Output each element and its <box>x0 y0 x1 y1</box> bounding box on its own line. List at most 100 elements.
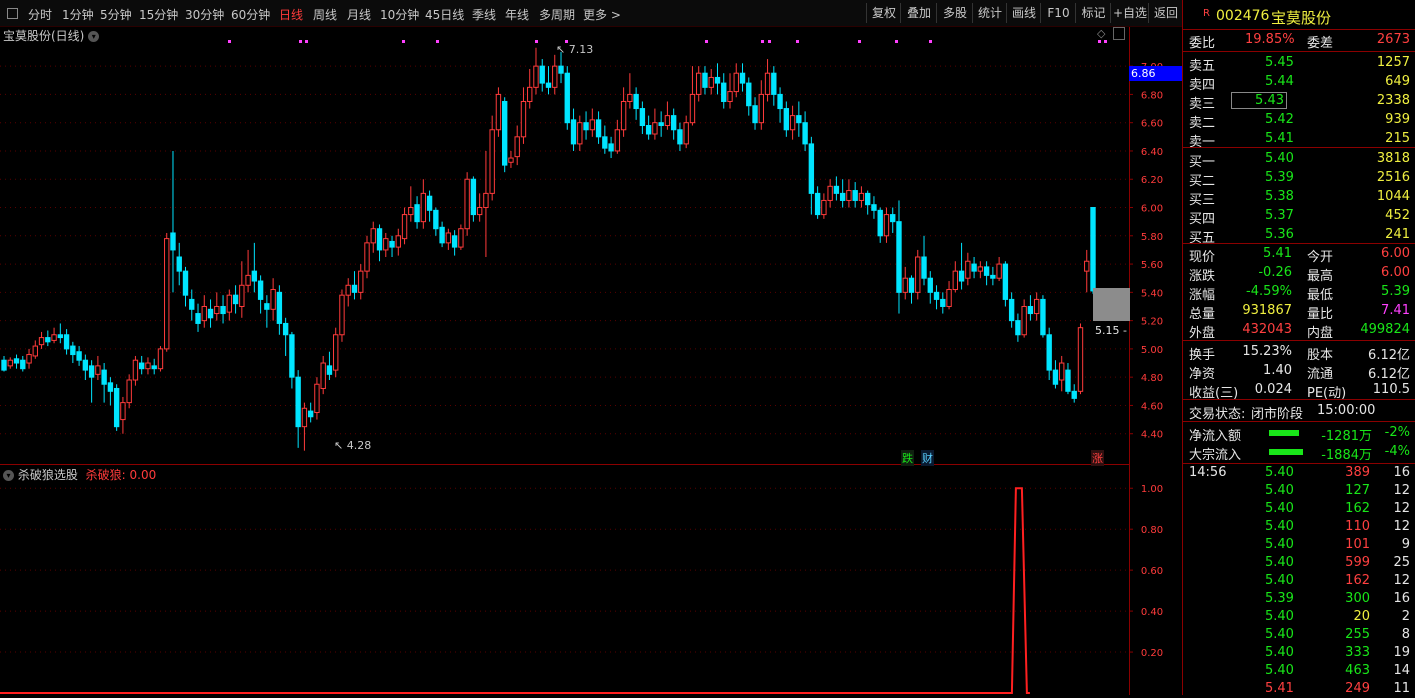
kline-chart[interactable]: 7.006.806.606.406.206.005.805.605.405.20… <box>0 26 1182 695</box>
price-label-12: 4.60 <box>1141 401 1163 412</box>
candle-body-147 <box>921 256 927 279</box>
cursor-block[interactable] <box>1093 288 1130 321</box>
period-tab-12[interactable]: 年线 <box>505 6 529 23</box>
ask-label: 卖四 <box>1189 78 1216 93</box>
marker-zhang[interactable]: 涨 <box>1091 450 1104 466</box>
candle-body-25 <box>157 348 164 370</box>
stat-row-0: 现价 5.41 今开 6.00 <box>1183 245 1415 265</box>
chevron-down-icon[interactable]: ▾ <box>88 31 100 42</box>
candle-body-0 <box>1 359 7 371</box>
window-icon[interactable] <box>1113 27 1125 40</box>
tick-volume: 249 <box>1345 681 1370 696</box>
tick-count: 8 <box>1401 627 1410 642</box>
candle-body-99 <box>620 100 627 131</box>
candle-body-119 <box>746 82 752 107</box>
stat-label: 涨跌 <box>1189 269 1216 284</box>
tick-count: 12 <box>1393 501 1410 516</box>
ask-label: 卖二 <box>1189 116 1216 131</box>
toolbar-button-0[interactable]: 复权 <box>866 3 901 23</box>
candle-body-168 <box>1052 369 1059 385</box>
candle-body-123 <box>771 72 777 95</box>
toolbar-button-3[interactable]: 统计 <box>972 3 1007 23</box>
period-tab-3[interactable]: 15分钟 <box>139 6 178 23</box>
ask-volume: 939 <box>1385 112 1410 127</box>
event-marker-10 <box>796 40 799 43</box>
bid-price: 5.38 <box>1265 189 1294 204</box>
candle-body-17 <box>107 382 114 392</box>
candle-body-93 <box>583 122 589 131</box>
candle-body-171 <box>1071 390 1077 399</box>
period-tab-11[interactable]: 季线 <box>472 6 496 23</box>
event-marker-4 <box>436 40 439 43</box>
candle-body-105 <box>658 122 664 127</box>
candle-body-98 <box>614 129 621 152</box>
period-tab-1[interactable]: 1分钟 <box>62 6 94 23</box>
period-tab-8[interactable]: 月线 <box>347 6 371 23</box>
price-label-5: 6.00 <box>1141 204 1163 215</box>
tick-volume: 300 <box>1345 591 1370 606</box>
period-tab-5[interactable]: 60分钟 <box>231 6 270 23</box>
candle-body-97 <box>608 143 614 152</box>
period-tab-2[interactable]: 5分钟 <box>100 6 132 23</box>
candle-body-31 <box>195 313 201 324</box>
toolbar-button-1[interactable]: 叠加 <box>900 3 937 23</box>
indicator-settings-icon[interactable]: ▾ <box>3 470 14 481</box>
tick-volume: 255 <box>1345 627 1370 642</box>
stat-value: 931867 <box>1242 303 1292 318</box>
candle-body-152 <box>952 270 959 291</box>
marker-die[interactable]: 跌 <box>901 450 914 466</box>
price-label-10: 5.00 <box>1141 345 1163 356</box>
ask-volume: 215 <box>1385 131 1410 146</box>
price-axis: 7.006.806.606.406.206.005.805.605.405.20… <box>1129 62 1163 441</box>
candle-body-135 <box>846 190 852 201</box>
candle-body-155 <box>971 263 977 272</box>
candle-body-41 <box>257 280 264 300</box>
candle-body-81 <box>508 157 514 163</box>
bid-volume: 452 <box>1385 208 1410 223</box>
candle-body-104 <box>652 122 658 135</box>
candle-body-74 <box>464 178 470 230</box>
toolbar-button-6[interactable]: 标记 <box>1075 3 1111 23</box>
period-tab-0[interactable]: 分时 <box>28 6 52 23</box>
period-tab-10[interactable]: 45日线 <box>425 6 464 23</box>
candle-body-116 <box>727 91 733 102</box>
candle-body-62 <box>389 240 395 248</box>
toolbar-button-8[interactable]: 返回 <box>1148 3 1183 23</box>
candle-body-16 <box>101 369 107 385</box>
candle-body-9 <box>57 334 64 339</box>
toolbar-button-2[interactable]: 多股 <box>936 3 973 23</box>
diamond-icon[interactable]: ◇ <box>1097 27 1105 40</box>
candle-body-173 <box>1084 260 1090 272</box>
tick-row-9: 5.40 255 8 <box>1183 626 1415 644</box>
candle-body-56 <box>351 284 358 293</box>
event-marker-13 <box>929 40 932 43</box>
period-tab-4[interactable]: 30分钟 <box>185 6 224 23</box>
period-tab-7[interactable]: 周线 <box>313 6 337 23</box>
toolbar-button-7[interactable]: +自选 <box>1110 3 1149 23</box>
chart-area[interactable]: 7.006.806.606.406.206.005.805.605.405.20… <box>0 26 1184 695</box>
candle-body-85 <box>533 65 539 88</box>
toolbar-button-4[interactable]: 画线 <box>1006 3 1041 23</box>
candle-body-22 <box>138 362 145 370</box>
ask-volume: 2338 <box>1376 93 1410 108</box>
toolbar-button-5[interactable]: F10 <box>1040 3 1076 23</box>
marker-cai[interactable]: 财 <box>921 450 934 466</box>
price-label-4: 6.20 <box>1141 175 1163 186</box>
period-tab-9[interactable]: 10分钟 <box>380 6 419 23</box>
indicator-name: 杀破狼选股 <box>17 468 78 482</box>
candle-body-52 <box>326 365 333 375</box>
event-marker-7 <box>705 40 708 43</box>
period-toolbar: 分时 1分钟 5分钟 15分钟 30分钟 60分钟 日线 周线 月线 10分钟 45日线 季线 年线 多周… <box>0 0 1182 27</box>
stat-label: 最高 <box>1307 269 1334 284</box>
menu-square-icon[interactable] <box>7 8 18 19</box>
tick-price: 5.41 <box>1265 681 1294 696</box>
period-tab-14[interactable]: 更多 > <box>583 6 621 23</box>
fund-value: 1.40 <box>1263 363 1292 378</box>
period-tab-13[interactable]: 多周期 <box>539 6 575 23</box>
fund-value: 6.12亿 <box>1368 348 1410 363</box>
indicator-line <box>0 487 1030 694</box>
candle-body-28 <box>176 256 182 272</box>
period-tab-6[interactable]: 日线 <box>279 6 303 23</box>
candle-body-51 <box>320 362 326 389</box>
candle-body-91 <box>570 119 577 145</box>
